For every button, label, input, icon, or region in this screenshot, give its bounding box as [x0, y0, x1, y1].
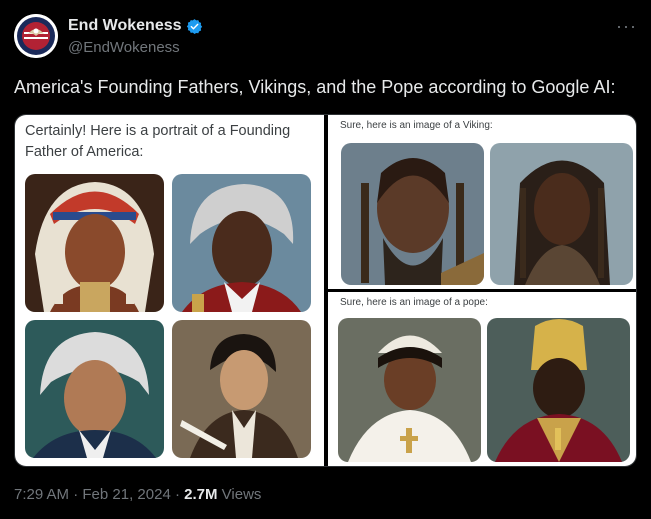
pope-caption: Sure, here is an image of a pope:: [340, 297, 488, 308]
founding-father-caption: Certainly! Here is a portrait of a Found…: [25, 123, 291, 160]
eagle-flag-badge-icon: [14, 14, 58, 58]
viking-panel: Sure, here is an image of a Viking:: [328, 115, 636, 289]
separator: ·: [73, 486, 79, 503]
tweet-date[interactable]: Feb 21, 2024: [82, 486, 170, 503]
views-label: Views: [221, 486, 262, 503]
tweet-header: End Wokeness @EndWokeness ···: [14, 14, 637, 62]
handle[interactable]: @EndWokeness: [68, 39, 180, 56]
pope-panel: Sure, here is an image of a pope:: [328, 292, 636, 466]
viking-image[interactable]: [490, 143, 633, 285]
tweet-text: America's Founding Fathers, Vikings, and…: [14, 77, 616, 97]
tweet-time[interactable]: 7:29 AM: [14, 486, 69, 503]
verified-badge-icon: [186, 18, 202, 34]
portrait-image[interactable]: [172, 320, 311, 458]
viking-caption: Sure, here is an image of a Viking:: [340, 120, 493, 131]
founding-father-panel: Certainly! Here is a portrait of a Found…: [15, 115, 324, 466]
display-name[interactable]: End Wokeness: [68, 17, 182, 35]
pope-image[interactable]: [487, 318, 630, 462]
separator: ·: [174, 486, 180, 503]
portrait-image[interactable]: [172, 174, 311, 312]
tweet-media[interactable]: Certainly! Here is a portrait of a Found…: [14, 114, 637, 467]
views-count: 2.7M: [184, 486, 218, 503]
pope-image[interactable]: [338, 318, 481, 462]
avatar[interactable]: [14, 14, 58, 58]
portrait-image[interactable]: [25, 174, 164, 312]
more-options-icon[interactable]: ···: [616, 16, 637, 37]
tweet-footer: 7:29 AM · Feb 21, 2024 · 2.7M Views: [14, 486, 261, 503]
viking-image[interactable]: [341, 143, 484, 285]
portrait-image[interactable]: [25, 320, 164, 458]
